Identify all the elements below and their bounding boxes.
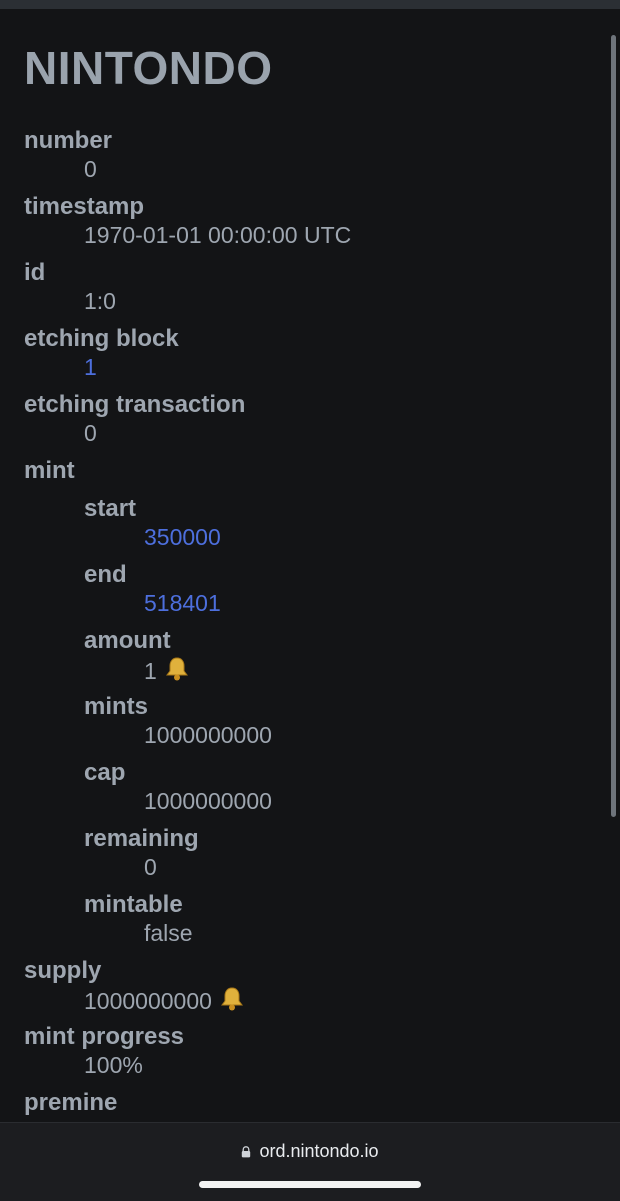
- mint-progress-value: 100%: [84, 1052, 143, 1078]
- mint-end-label: end: [84, 561, 127, 588]
- premine-label: premine: [24, 1089, 118, 1116]
- number-label: number: [24, 127, 113, 154]
- supply-row: 1000000000: [0, 985, 620, 1023]
- mint-progress-label: mint progress: [24, 1023, 185, 1050]
- bell-icon: [165, 657, 188, 681]
- mint-details: start 350000 end 518401 amount 1 mints 1…: [0, 495, 620, 957]
- remaining-value: 0: [144, 854, 157, 880]
- mints-label: mints: [84, 693, 149, 720]
- mint-label: mint: [24, 457, 75, 484]
- rune-details-list: number 0 timestamp 1970-01-01 00:00:00 U…: [0, 127, 620, 1117]
- lock-icon: [242, 1146, 251, 1158]
- browser-top-bar: [0, 0, 620, 9]
- mint-amount-row: 1: [0, 655, 620, 693]
- page-title: NINTONDO: [24, 42, 273, 94]
- mintable-value: false: [144, 920, 193, 946]
- id-value: 1:0: [84, 288, 116, 314]
- mint-end-link[interactable]: 518401: [144, 590, 221, 616]
- mintable-label: mintable: [84, 891, 183, 918]
- etching-block-label: etching block: [24, 325, 179, 352]
- mint-amount-value: 1: [144, 658, 157, 684]
- url-display[interactable]: ord.nintondo.io: [0, 1141, 620, 1162]
- id-label: id: [24, 259, 46, 286]
- cap-value: 1000000000: [144, 788, 272, 814]
- home-indicator[interactable]: [199, 1181, 421, 1188]
- timestamp-label: timestamp: [24, 193, 145, 220]
- etching-transaction-value: 0: [84, 420, 97, 446]
- cap-label: cap: [84, 759, 126, 786]
- etching-block-link[interactable]: 1: [84, 354, 97, 380]
- etching-transaction-label: etching transaction: [24, 391, 246, 418]
- number-value: 0: [84, 156, 97, 182]
- timestamp-value: 1970-01-01 00:00:00 UTC: [84, 222, 352, 248]
- url-text: ord.nintondo.io: [259, 1141, 379, 1161]
- browser-address-bar[interactable]: ord.nintondo.io: [0, 1122, 620, 1201]
- supply-label: supply: [24, 957, 102, 984]
- mint-start-label: start: [84, 495, 137, 522]
- supply-value: 1000000000: [84, 988, 212, 1014]
- bell-icon: [220, 987, 243, 1011]
- mints-value: 1000000000: [144, 722, 272, 748]
- remaining-label: remaining: [84, 825, 199, 852]
- mint-amount-label: amount: [84, 627, 171, 654]
- rune-page: NINTONDO number 0 timestamp 1970-01-01 0…: [0, 9, 620, 1122]
- mint-start-link[interactable]: 350000: [144, 524, 221, 550]
